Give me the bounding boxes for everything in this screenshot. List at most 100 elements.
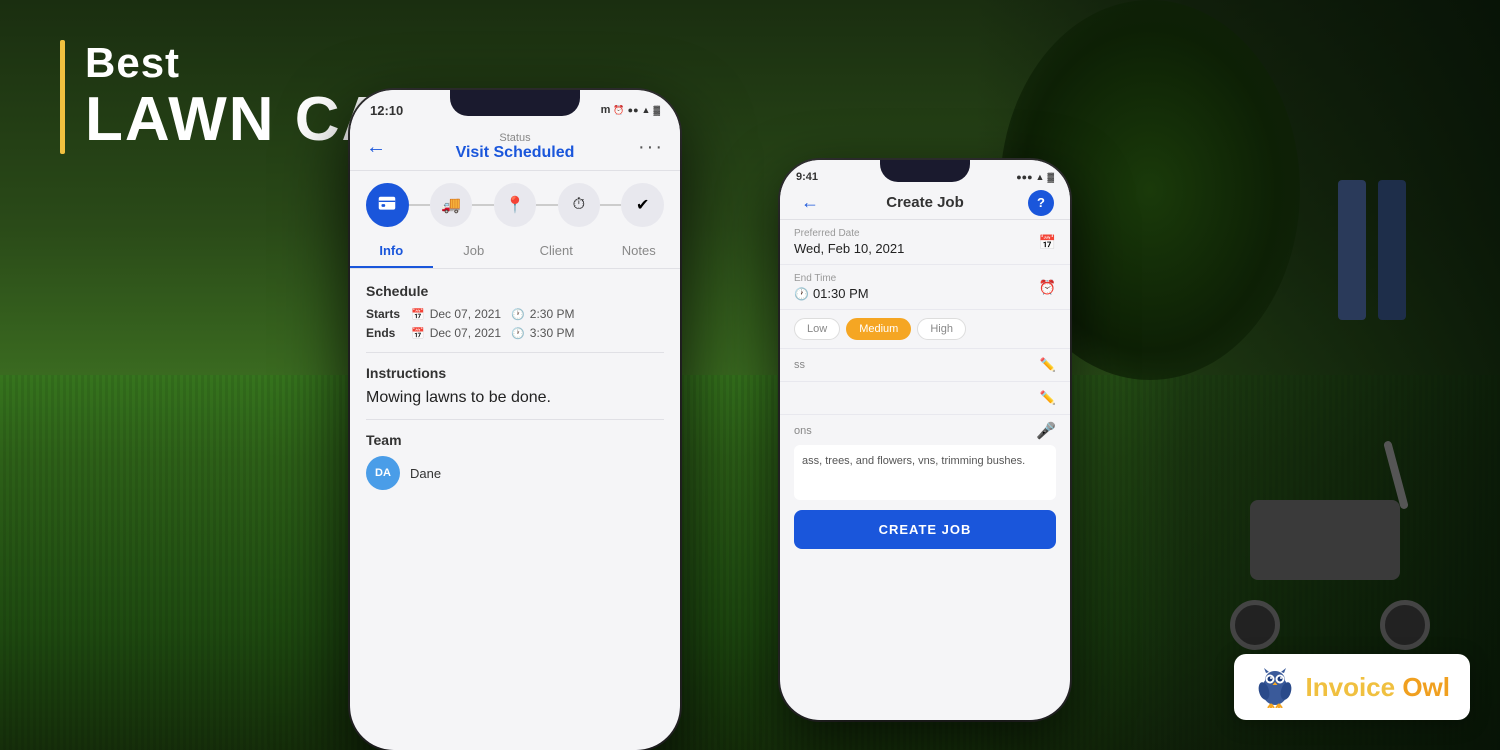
divider-2	[366, 419, 664, 420]
front-menu-dots[interactable]: ···	[638, 136, 664, 159]
invoice-owl-badge: Invoice Owl	[1234, 654, 1471, 720]
alarm-icon: ⏰	[613, 105, 624, 116]
clock-icon: 🕐	[794, 287, 809, 301]
divider-1	[366, 352, 664, 353]
front-header-title-group: Status Visit Scheduled	[456, 132, 575, 162]
invoice-text-part2: Owl	[1402, 672, 1450, 702]
ends-date: Dec 07, 2021	[430, 326, 501, 340]
person-legs	[1334, 180, 1410, 325]
mic-area: ons 🎤	[780, 415, 1070, 445]
front-phone-screen: 12:10 m ⏰ ●● ▲ ▓ ← Status Visit Schedule…	[350, 90, 680, 750]
preferred-date-label: Preferred Date	[794, 228, 904, 239]
mic-label: ons	[794, 425, 812, 437]
tab-info[interactable]: Info	[350, 235, 433, 268]
mic-icon[interactable]: 🎤	[1036, 421, 1056, 441]
team-member-row: DA Dane	[366, 456, 664, 490]
back-button[interactable]: ←	[796, 189, 824, 217]
front-phone-notch	[450, 90, 580, 116]
step-2-icon: 🚚	[430, 183, 473, 227]
back-phone-screen: 9:41 ●●● ▲ ▓ ← Create Job ? Preferred Da…	[780, 160, 1070, 720]
priority-low-btn[interactable]: Low	[794, 318, 840, 340]
heading-line1: Best	[85, 40, 672, 86]
starts-label: Starts	[366, 307, 411, 321]
mower-wheel-left	[1230, 600, 1280, 650]
content-area: Schedule Starts 📅 Dec 07, 2021 🕐 2:30 PM…	[350, 269, 680, 504]
tab-notes[interactable]: Notes	[598, 235, 681, 268]
starts-cal-icon: 📅	[411, 308, 425, 321]
step-4-icon: ⏱	[558, 183, 601, 227]
preferred-date-content: Preferred Date Wed, Feb 10, 2021	[794, 228, 904, 256]
team-member-avatar: DA	[366, 456, 400, 490]
step-connector-3	[536, 204, 557, 206]
starts-date: Dec 07, 2021	[430, 307, 501, 321]
wifi-icon: ▲	[1036, 172, 1045, 182]
instructions-title: Instructions	[366, 365, 664, 381]
ends-label: Ends	[366, 326, 411, 340]
tab-client[interactable]: Client	[515, 235, 598, 268]
edit-row-2[interactable]: ✏️	[780, 382, 1070, 415]
instructions-section: Instructions Mowing lawns to be done.	[366, 365, 664, 407]
back-phone-notch	[880, 160, 970, 182]
owl-logo	[1254, 666, 1296, 708]
wifi-front-icon: ▲	[642, 105, 651, 115]
priority-high-btn[interactable]: High	[917, 318, 966, 340]
team-section: Team DA Dane	[366, 432, 664, 490]
step-1-icon	[366, 183, 409, 227]
instructions-text: Mowing lawns to be done.	[366, 389, 664, 407]
schedule-title: Schedule	[366, 283, 664, 299]
mower-wheel-right	[1380, 600, 1430, 650]
front-phone: 12:10 m ⏰ ●● ▲ ▓ ← Status Visit Schedule…	[350, 90, 680, 750]
right-leg	[1378, 180, 1406, 320]
edit-icon-1: ✏️	[1040, 357, 1056, 373]
status-value-text: Visit Scheduled	[456, 144, 575, 162]
back-phone-time: 9:41	[796, 171, 818, 183]
end-time-content: End Time 🕐 01:30 PM	[794, 273, 869, 301]
schedule-section: Schedule Starts 📅 Dec 07, 2021 🕐 2:30 PM…	[366, 283, 664, 340]
team-member-name: Dane	[410, 466, 441, 481]
step-connector-2	[472, 204, 493, 206]
visit-header: ← Status Visit Scheduled ···	[350, 126, 680, 171]
step-3-icon: 📍	[494, 183, 537, 227]
edit-icon-2: ✏️	[1040, 390, 1056, 406]
team-title: Team	[366, 432, 664, 448]
invoice-owl-text: Invoice Owl	[1306, 672, 1451, 703]
step-5-icon: ✔	[621, 183, 664, 227]
front-back-button[interactable]: ←	[366, 136, 386, 159]
signal-icon: ●●●	[1016, 172, 1032, 182]
tabs-row: Info Job Client Notes	[350, 235, 680, 269]
yellow-accent-bar	[60, 40, 65, 154]
ends-time: 3:30 PM	[530, 326, 575, 340]
help-button[interactable]: ?	[1028, 190, 1054, 216]
priority-medium-btn[interactable]: Medium	[846, 318, 911, 340]
phones-container: 9:41 ●●● ▲ ▓ ← Create Job ? Preferred Da…	[250, 30, 1150, 750]
calendar-icon: 📅	[1039, 234, 1056, 251]
battery-front-icon: ▓	[653, 105, 660, 115]
step-connector-4	[600, 204, 621, 206]
priority-row: Low Medium High	[780, 310, 1070, 349]
starts-time: 2:30 PM	[530, 307, 575, 321]
end-time-row: End Time 🕐 01:30 PM ⏰	[794, 273, 1056, 301]
left-leg	[1338, 180, 1366, 320]
battery-icon: ▓	[1047, 172, 1054, 182]
ends-cal-icon: 📅	[411, 327, 425, 340]
end-time-field[interactable]: End Time 🕐 01:30 PM ⏰	[780, 265, 1070, 310]
create-job-header: ← Create Job ?	[780, 190, 1070, 220]
edit-row-1-text: ss	[794, 359, 805, 371]
ends-clock-icon: 🕐	[511, 327, 525, 340]
network-icon: ●●	[628, 105, 639, 115]
front-phone-time: 12:10	[370, 103, 403, 118]
create-job-button[interactable]: CREATE JOB	[794, 510, 1056, 549]
back-phone-status-icons: ●●● ▲ ▓	[1016, 172, 1054, 182]
carrier-icon: m	[601, 104, 611, 116]
edit-row-1[interactable]: ss ✏️	[780, 349, 1070, 382]
front-phone-status-icons: m ⏰ ●● ▲ ▓	[601, 104, 660, 116]
preferred-date-field[interactable]: Preferred Date Wed, Feb 10, 2021 📅	[780, 220, 1070, 265]
clock-field-icon: ⏰	[1039, 279, 1056, 296]
end-time-value: 🕐 01:30 PM	[794, 286, 869, 301]
steps-row: 🚚 📍 ⏱ ✔	[350, 171, 680, 235]
starts-clock-icon: 🕐	[511, 308, 525, 321]
end-time-label: End Time	[794, 273, 869, 284]
notes-text-box[interactable]: ass, trees, and flowers, vns, trimming b…	[794, 445, 1056, 500]
tab-job[interactable]: Job	[433, 235, 516, 268]
preferred-date-value: Wed, Feb 10, 2021	[794, 241, 904, 256]
